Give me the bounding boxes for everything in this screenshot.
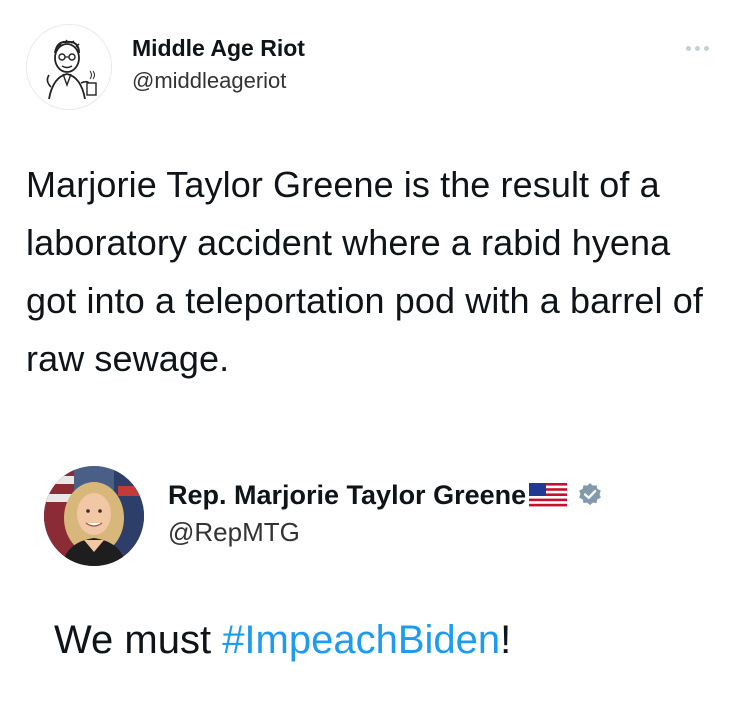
quoted-avatar[interactable] <box>44 466 144 566</box>
tweet-header: Middle Age Riot @middleageriot <box>26 24 716 114</box>
quoted-text-before: We must <box>54 618 223 662</box>
quoted-text: We must #ImpeachBiden! <box>54 616 511 664</box>
quoted-tweet[interactable]: Rep. Marjorie Taylor Greene @RepMTG We m… <box>44 466 724 686</box>
handle[interactable]: @middleageriot <box>132 66 305 96</box>
tweet-text: Marjorie Taylor Greene is the result of … <box>26 164 703 379</box>
quoted-name-row: Rep. Marjorie Taylor Greene <box>168 478 603 512</box>
quoted-author-names: Rep. Marjorie Taylor Greene @RepMTG <box>168 478 603 548</box>
us-flag-icon <box>529 483 568 507</box>
portrait-avatar-icon <box>44 466 144 566</box>
quoted-text-after: ! <box>500 618 512 662</box>
quoted-handle[interactable]: @RepMTG <box>168 516 603 548</box>
author-names: Middle Age Riot @middleageriot <box>132 34 305 96</box>
quoted-display-name[interactable]: Rep. Marjorie Taylor Greene <box>168 478 526 512</box>
display-name[interactable]: Middle Age Riot <box>132 34 305 62</box>
tweet-card: Middle Age Riot @middleageriot Marjorie … <box>0 0 740 703</box>
hashtag-link[interactable]: #ImpeachBiden <box>222 618 500 662</box>
more-options-icon[interactable] <box>686 38 716 51</box>
verified-badge-icon <box>577 482 603 508</box>
cartoon-man-avatar-icon <box>27 25 111 109</box>
avatar[interactable] <box>26 24 112 110</box>
